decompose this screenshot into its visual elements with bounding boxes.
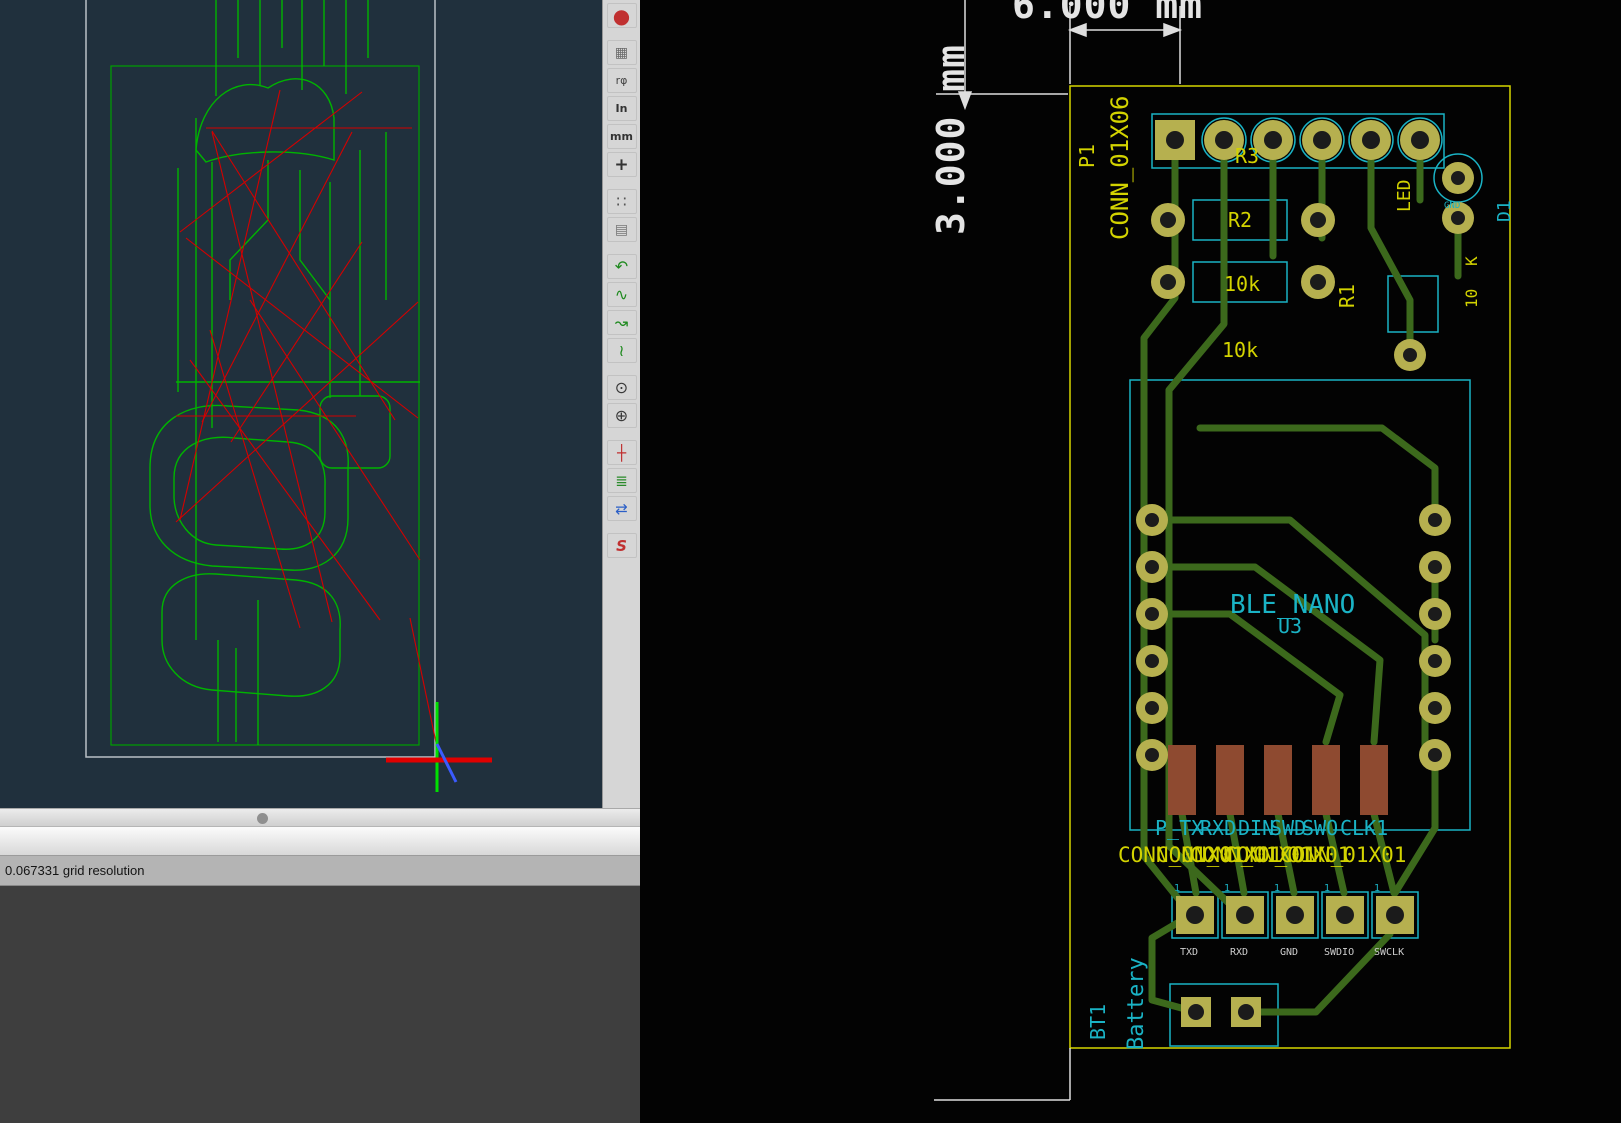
net-label: RXD: [1200, 818, 1236, 838]
footprint-display-icon[interactable]: ▤: [607, 217, 637, 242]
copper-tracks: [1144, 160, 1458, 1012]
delete-track-icon[interactable]: ↶: [607, 254, 637, 279]
routed-traces: [150, 0, 420, 745]
status-bar: 0.067331 grid resolution: [0, 856, 640, 886]
value-r2-label: 10k: [1224, 274, 1260, 294]
through-hole-pads: [1136, 120, 1474, 1027]
zoom-fit-icon[interactable]: ⊕: [607, 403, 637, 428]
show-grid-icon[interactable]: ▦: [607, 40, 637, 65]
pin-k-label: K: [1464, 256, 1480, 266]
value-battery-label: Battery: [1126, 957, 1148, 1050]
pad-gnd-label: GND: [1444, 202, 1460, 211]
units-inch-icon[interactable]: In: [607, 96, 637, 121]
ref-u3-label: U3: [1278, 616, 1302, 636]
app-logo-icon[interactable]: ●: [607, 3, 637, 28]
net-label: DIN: [1238, 818, 1274, 838]
microwave-tools-icon[interactable]: S: [607, 533, 637, 558]
layer-display-icon[interactable]: ≣: [607, 468, 637, 493]
pin1-mark: 1: [1374, 884, 1380, 894]
ref-r3-label: R3: [1235, 146, 1259, 166]
net-label: P_TX: [1155, 818, 1203, 838]
ref-conn01x06-label: CONN_01X06: [1108, 96, 1132, 241]
value-r1-label: 10k: [1222, 340, 1258, 360]
lower-window-titlebar[interactable]: [0, 826, 640, 856]
application-window: ● ▦ rφ In mm + ∷ ▤ ↶ ∿ ↝ ≀ ⊙ ⊕ ┼ ≣ ⇄ S 0…: [0, 0, 1621, 1123]
origin-crosshair-icon: [386, 702, 492, 792]
ref-p1-label: P1: [1077, 144, 1097, 168]
net-label: SWD: [1270, 818, 1306, 838]
cursor-style-icon[interactable]: +: [607, 152, 637, 177]
track-width-icon[interactable]: ┼: [607, 440, 637, 465]
smd-pads: [1168, 745, 1388, 815]
pin1-mark: 1: [1174, 884, 1180, 894]
pin-gnd-label: GND: [1280, 948, 1298, 958]
ref-bt1-label: BT1: [1088, 1004, 1108, 1040]
net-label: SWO: [1302, 818, 1338, 838]
grid-resolution-text: 0.067331 grid resolution: [5, 863, 145, 878]
pin1-mark: 1: [1274, 884, 1280, 894]
units-mm-icon[interactable]: mm: [607, 124, 637, 149]
value-d1-label: 10: [1464, 289, 1480, 308]
dimension-height-label: 3.000 mm: [932, 44, 970, 235]
scrollbar-thumb[interactable]: [257, 813, 268, 824]
ref-d1-label: D1: [1496, 200, 1514, 222]
board-outline: [86, 0, 435, 757]
pin1-mark: 1: [1324, 884, 1330, 894]
ref-conn01x01-label: CONN_01X01: [1280, 845, 1406, 866]
dimension-width-label: 6.000 mm: [1012, 0, 1203, 24]
ref-led-label: LED: [1396, 179, 1414, 212]
right-side-toolbar: ● ▦ rφ In mm + ∷ ▤ ↶ ∿ ↝ ≀ ⊙ ⊕ ┼ ≣ ⇄ S: [602, 0, 640, 808]
net-label: CLK1: [1340, 818, 1388, 838]
swap-layers-icon[interactable]: ⇄: [607, 496, 637, 521]
pad-display-icon[interactable]: ∷: [607, 189, 637, 214]
curved-track-icon[interactable]: ↝: [607, 310, 637, 335]
background-panel: [0, 886, 640, 1123]
horizontal-scrollbar[interactable]: [0, 808, 640, 826]
pin-swdio-label: SWDIO: [1324, 948, 1354, 958]
router-board-view[interactable]: [0, 0, 602, 808]
left-board-canvas[interactable]: [0, 0, 602, 808]
polar-coordinates-icon[interactable]: rφ: [607, 68, 637, 93]
route-track-icon[interactable]: ∿: [607, 282, 637, 307]
pin-rxd-label: RXD: [1230, 948, 1248, 958]
zoom-icon[interactable]: ⊙: [607, 375, 637, 400]
ref-r2-label: R2: [1228, 210, 1252, 230]
pcb-editor-view[interactable]: 6.000 mm 3.000 mm P1 CONN_01X06 R3 R2 10…: [640, 0, 1621, 1123]
pin-swclk-label: SWCLK: [1374, 948, 1404, 958]
pin-txd-label: TXD: [1180, 948, 1198, 958]
track-mode-icon[interactable]: ≀: [607, 338, 637, 363]
ref-r1-label: R1: [1337, 284, 1357, 308]
pin1-mark: 1: [1224, 884, 1230, 894]
ratsnest-lines: [176, 90, 438, 752]
